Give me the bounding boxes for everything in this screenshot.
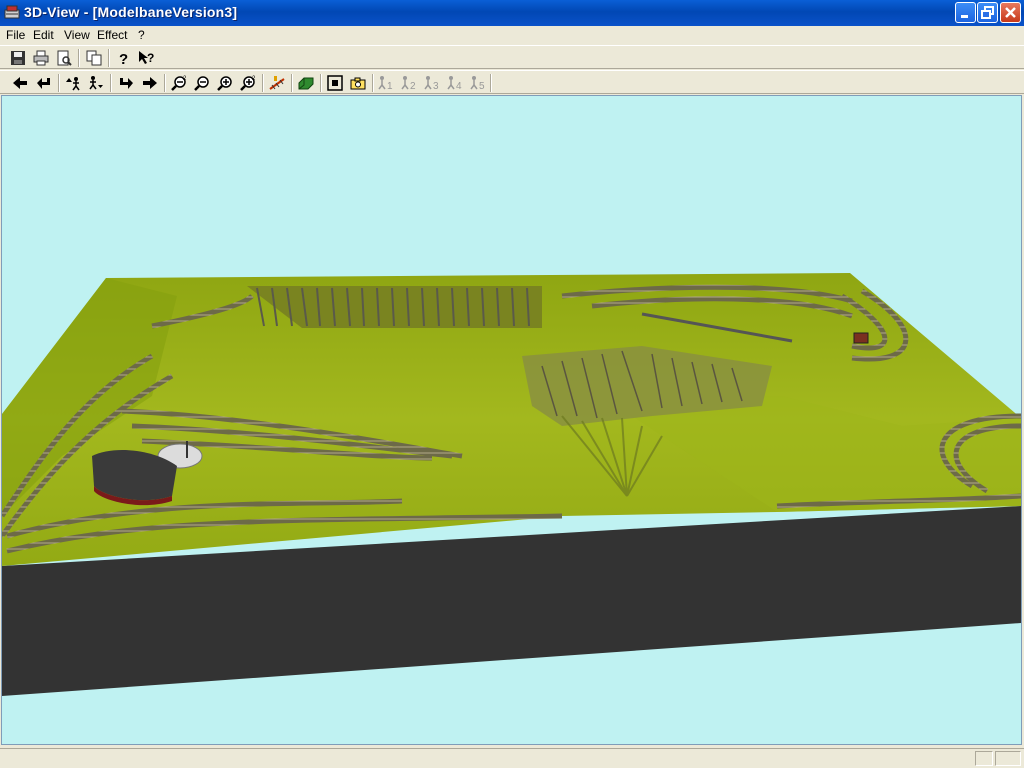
viewpoint-icon: 5 bbox=[470, 76, 485, 91]
undo-turn-icon bbox=[37, 78, 50, 89]
camera-mode-icon bbox=[89, 76, 103, 90]
camera-up-icon bbox=[66, 77, 80, 91]
zoom-in-large-button[interactable]: 2 bbox=[238, 74, 258, 92]
save-icon bbox=[11, 51, 25, 65]
minimize-icon bbox=[961, 15, 968, 18]
tunnel-portal bbox=[853, 332, 869, 344]
terrain-icon bbox=[298, 77, 314, 90]
track-button[interactable] bbox=[267, 74, 287, 92]
layout-3d-scene[interactable] bbox=[2, 96, 1021, 744]
copy-button[interactable] bbox=[84, 49, 104, 67]
status-pane-1 bbox=[975, 751, 993, 766]
svg-text:2: 2 bbox=[252, 76, 256, 82]
main-toolbar: ? ? bbox=[0, 45, 1024, 69]
context-help-icon: ? bbox=[139, 51, 154, 65]
zoom-in-button[interactable] bbox=[215, 74, 235, 92]
save-button[interactable] bbox=[8, 49, 28, 67]
track-icon bbox=[269, 76, 285, 90]
print-preview-button[interactable] bbox=[54, 49, 74, 67]
restore-button[interactable] bbox=[977, 2, 998, 23]
terrain-button[interactable] bbox=[296, 74, 316, 92]
restore-icon bbox=[981, 6, 994, 19]
viewpoint-4-button[interactable]: 4 bbox=[445, 74, 465, 92]
camera-icon bbox=[350, 77, 366, 90]
minimize-button[interactable] bbox=[955, 2, 976, 23]
move-left-button[interactable] bbox=[10, 74, 30, 92]
viewpoint-icon: 3 bbox=[424, 76, 439, 91]
print-icon bbox=[33, 50, 49, 66]
menu-effect[interactable]: Effect bbox=[97, 28, 127, 42]
zoom-out-large-button[interactable]: 2 bbox=[169, 74, 189, 92]
viewpoint-icon: 1 bbox=[378, 76, 393, 91]
viewpoint-2-label: 2 bbox=[410, 81, 416, 91]
viewpoint-5-button[interactable]: 5 bbox=[468, 74, 488, 92]
zoom-out-icon bbox=[194, 76, 209, 91]
fit-view-icon bbox=[327, 75, 343, 91]
menu-bar: File Edit View Effect ? bbox=[0, 26, 1024, 45]
status-bar bbox=[0, 748, 1024, 768]
viewpoint-2-button[interactable]: 2 bbox=[399, 74, 419, 92]
svg-text:2: 2 bbox=[183, 76, 187, 82]
zoom-in-icon bbox=[217, 76, 232, 91]
camera-up-button[interactable] bbox=[63, 74, 83, 92]
viewpoint-icon: 4 bbox=[447, 76, 462, 91]
viewpoint-3-label: 3 bbox=[433, 81, 439, 91]
svg-text:?: ? bbox=[119, 51, 128, 66]
view-toolbar: 2 2 1 2 3 4 5 bbox=[0, 70, 1024, 94]
turn-right-button[interactable] bbox=[116, 74, 136, 92]
help-button[interactable]: ? bbox=[113, 49, 133, 67]
app-icon[interactable] bbox=[4, 4, 20, 20]
zoom-out-button[interactable] bbox=[192, 74, 212, 92]
copy-icon bbox=[86, 50, 102, 66]
svg-text:?: ? bbox=[147, 51, 154, 65]
menu-help[interactable]: ? bbox=[138, 28, 145, 42]
zoom-out-large-icon: 2 bbox=[171, 76, 187, 91]
window-title: 3D-View - [ModelbaneVersion3] bbox=[24, 4, 238, 20]
viewpoint-4-label: 4 bbox=[456, 81, 462, 91]
menu-file[interactable]: File bbox=[6, 28, 25, 42]
viewpoint-1-button[interactable]: 1 bbox=[376, 74, 396, 92]
title-bar: 3D-View - [ModelbaneVersion3] bbox=[0, 0, 1024, 26]
turn-left-button[interactable] bbox=[34, 74, 54, 92]
redo-turn-icon bbox=[120, 78, 133, 89]
viewpoint-3-button[interactable]: 3 bbox=[422, 74, 442, 92]
status-pane-2 bbox=[995, 751, 1021, 766]
arrow-right-icon bbox=[143, 77, 157, 89]
menu-view[interactable]: View bbox=[64, 28, 90, 42]
camera-mode-button[interactable] bbox=[86, 74, 106, 92]
viewpoint-icon: 2 bbox=[401, 76, 416, 91]
arrow-left-icon bbox=[13, 77, 27, 89]
move-right-button[interactable] bbox=[140, 74, 160, 92]
help-icon: ? bbox=[119, 51, 128, 66]
fit-view-button[interactable] bbox=[325, 74, 345, 92]
snapshot-button[interactable] bbox=[348, 74, 368, 92]
zoom-in-large-icon: 2 bbox=[240, 76, 256, 91]
print-button[interactable] bbox=[31, 49, 51, 67]
print-preview-icon bbox=[57, 50, 72, 66]
viewpoint-5-label: 5 bbox=[479, 81, 485, 91]
context-help-button[interactable]: ? bbox=[136, 49, 156, 67]
close-button[interactable] bbox=[1000, 2, 1021, 23]
viewpoint-1-label: 1 bbox=[387, 81, 393, 91]
3d-viewport[interactable] bbox=[1, 95, 1022, 745]
menu-edit[interactable]: Edit bbox=[33, 28, 54, 42]
close-icon bbox=[1005, 7, 1016, 18]
